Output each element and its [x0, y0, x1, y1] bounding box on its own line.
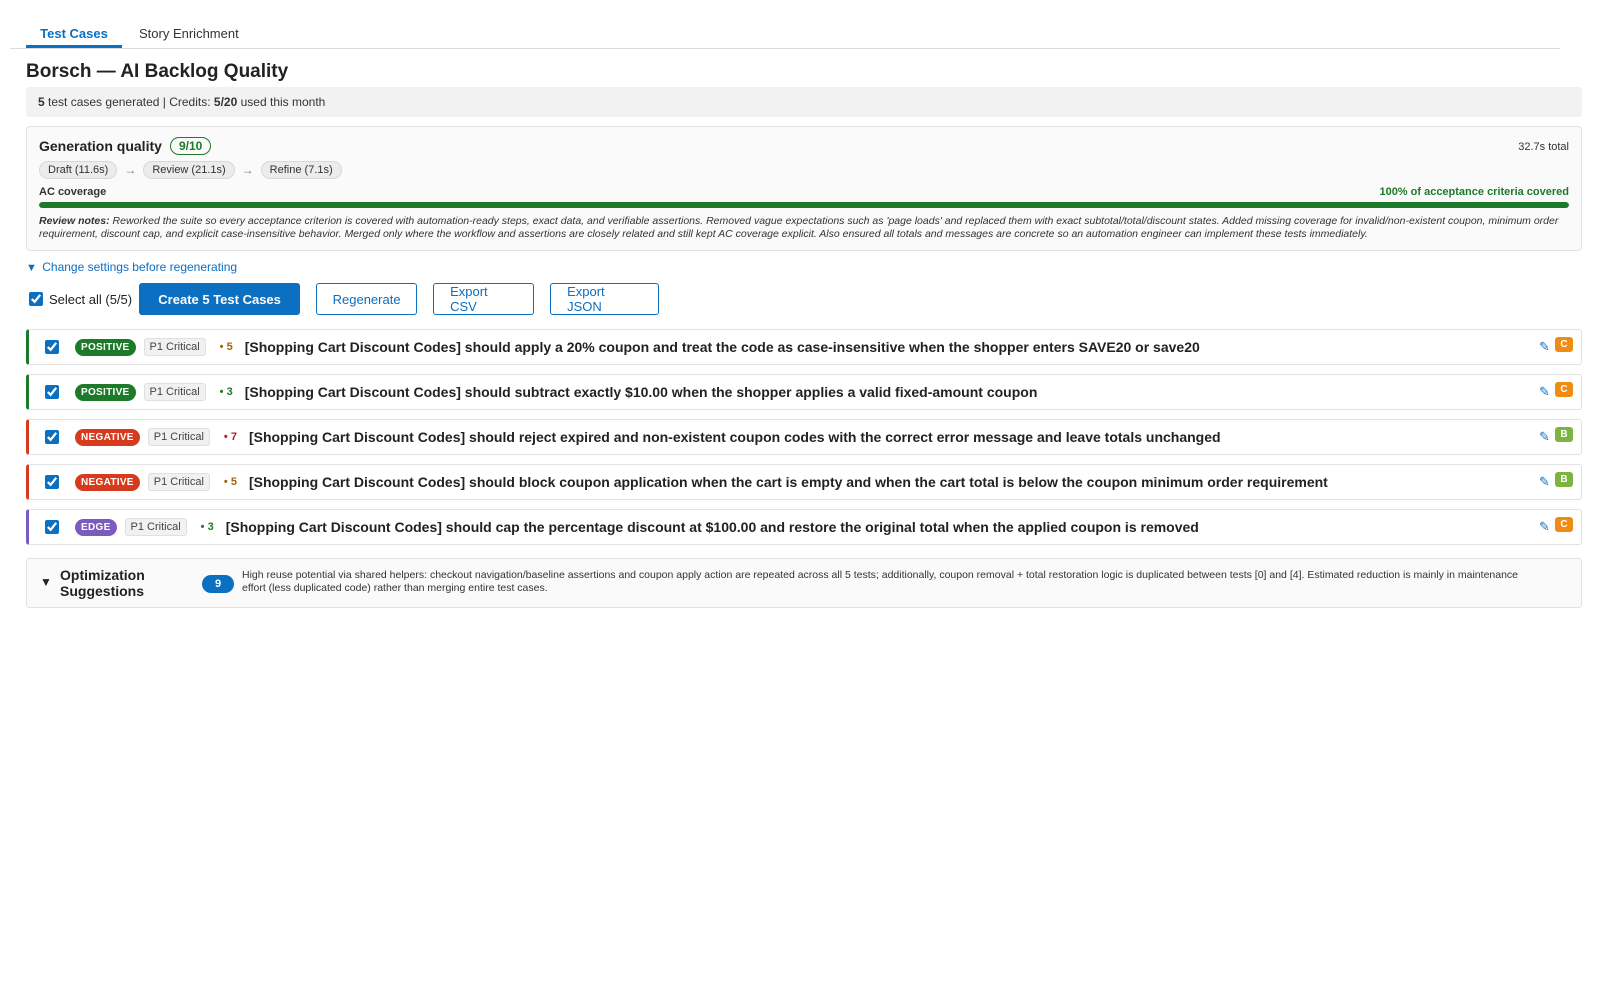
suggestion-count-badge: 9: [202, 575, 234, 593]
stage-draft: Draft (11.6s): [39, 161, 118, 179]
test-case-row[interactable]: NEGATIVE P1 Critical • 7 [Shopping Cart …: [26, 419, 1582, 455]
test-case-row[interactable]: POSITIVE P1 Critical • 3 [Shopping Cart …: [26, 374, 1582, 410]
tab-bar: Test Cases Story Enrichment: [10, 20, 1560, 49]
generated-text: test cases generated | Credits:: [48, 95, 211, 109]
page-title: Borsch — AI Backlog Quality: [26, 61, 289, 82]
export-json-button[interactable]: Export JSON: [550, 283, 660, 315]
stage-refine: Refine (7.1s): [260, 161, 342, 179]
coverage-progress-bar: [39, 202, 1569, 208]
triangle-down-icon: ▼: [26, 262, 37, 274]
select-all-checkbox[interactable]: [29, 292, 43, 306]
grade-badge: C: [1555, 517, 1573, 532]
optimization-title[interactable]: Optimization Suggestions: [60, 567, 190, 599]
test-case-title: [Shopping Cart Discount Codes] should ca…: [225, 519, 1199, 535]
step-count: • 7: [223, 431, 237, 443]
coverage-label: AC coverage: [39, 186, 107, 198]
type-badge: EDGE: [75, 518, 117, 536]
pipeline-stages: Draft (11.6s) → Review (21.1s) → Refine …: [39, 161, 342, 179]
optimization-suggestions-panel: ▼ Optimization Suggestions 9 High reuse …: [26, 558, 1582, 608]
generation-quality-panel: Generation quality 9/10 32.7s total Draf…: [26, 126, 1582, 251]
test-case-row[interactable]: POSITIVE P1 Critical • 5 [Shopping Cart …: [26, 329, 1582, 365]
priority-badge: P1 Critical: [147, 473, 210, 491]
test-case-checkbox[interactable]: [45, 385, 59, 399]
review-notes: Review notes: Reworked the suite so ever…: [39, 215, 1569, 241]
pencil-icon[interactable]: ✎: [1539, 339, 1551, 354]
grade-badge: C: [1555, 337, 1573, 352]
test-case-list: POSITIVE P1 Critical • 5 [Shopping Cart …: [26, 329, 1582, 554]
test-case-title: [Shopping Cart Discount Codes] should ap…: [244, 339, 1200, 355]
test-case-title: [Shopping Cart Discount Codes] should su…: [244, 384, 1038, 400]
total-time: 32.7s total: [1518, 141, 1569, 153]
tab-test-cases[interactable]: Test Cases: [26, 20, 122, 48]
export-csv-button[interactable]: Export CSV: [433, 283, 535, 315]
quality-label: Generation quality: [39, 138, 162, 154]
optimization-text: High reuse potential via shared helpers:…: [242, 569, 1519, 594]
test-case-checkbox[interactable]: [45, 430, 59, 444]
app-root: Test Cases Story Enrichment Borsch — AI …: [0, 0, 1600, 1000]
credits-suffix: used this month: [240, 95, 326, 109]
priority-badge: P1 Critical: [143, 338, 206, 356]
pencil-icon[interactable]: ✎: [1539, 384, 1551, 399]
change-settings-toggle[interactable]: ▼ Change settings before regenerating: [26, 260, 237, 274]
action-toolbar: Select all (5/5) Create 5 Test Cases Reg…: [29, 283, 660, 315]
type-badge: POSITIVE: [75, 338, 136, 356]
test-case-checkbox[interactable]: [45, 475, 59, 489]
arrow-icon: →: [124, 163, 137, 177]
step-count: • 3: [200, 521, 214, 533]
step-count: • 5: [219, 341, 233, 353]
test-case-checkbox[interactable]: [45, 520, 59, 534]
select-all-label: Select all (5/5): [49, 291, 133, 307]
type-badge: POSITIVE: [75, 383, 136, 401]
step-count: • 3: [219, 386, 233, 398]
regenerate-button[interactable]: Regenerate: [316, 283, 418, 315]
review-notes-label: Review notes:: [39, 215, 110, 227]
arrow-icon: →: [241, 163, 254, 177]
type-badge: NEGATIVE: [75, 428, 140, 446]
pencil-icon[interactable]: ✎: [1539, 474, 1551, 489]
test-case-row[interactable]: NEGATIVE P1 Critical • 5 [Shopping Cart …: [26, 464, 1582, 500]
coverage-text: 100% of acceptance criteria covered: [1379, 186, 1569, 198]
grade-badge: C: [1555, 382, 1573, 397]
credits-summary: 5 test cases generated | Credits: 5/20 u…: [26, 87, 1582, 117]
pencil-icon[interactable]: ✎: [1539, 519, 1551, 534]
stage-review: Review (21.1s): [143, 161, 235, 179]
test-case-title: [Shopping Cart Discount Codes] should bl…: [248, 474, 1328, 490]
triangle-down-icon[interactable]: ▼: [40, 575, 52, 589]
grade-badge: B: [1555, 472, 1573, 487]
review-notes-text: Reworked the suite so every acceptance c…: [39, 215, 1559, 240]
create-test-cases-button[interactable]: Create 5 Test Cases: [139, 283, 301, 315]
quality-score-badge: 9/10: [170, 137, 212, 155]
step-count: • 5: [223, 476, 237, 488]
coverage-progress-fill: [39, 202, 1569, 208]
grade-badge: B: [1555, 427, 1573, 442]
generated-count: 5: [38, 95, 45, 109]
pencil-icon[interactable]: ✎: [1539, 429, 1551, 444]
priority-badge: P1 Critical: [143, 383, 206, 401]
change-settings-label: Change settings before regenerating: [42, 260, 238, 274]
test-case-checkbox[interactable]: [45, 340, 59, 354]
tab-story-enrichment[interactable]: Story Enrichment: [139, 20, 239, 48]
priority-badge: P1 Critical: [147, 428, 210, 446]
type-badge: NEGATIVE: [75, 473, 140, 491]
test-case-title: [Shopping Cart Discount Codes] should re…: [248, 429, 1221, 445]
test-case-row[interactable]: EDGE P1 Critical • 3 [Shopping Cart Disc…: [26, 509, 1582, 545]
credits-value: 5/20: [213, 95, 238, 109]
priority-badge: P1 Critical: [124, 518, 187, 536]
